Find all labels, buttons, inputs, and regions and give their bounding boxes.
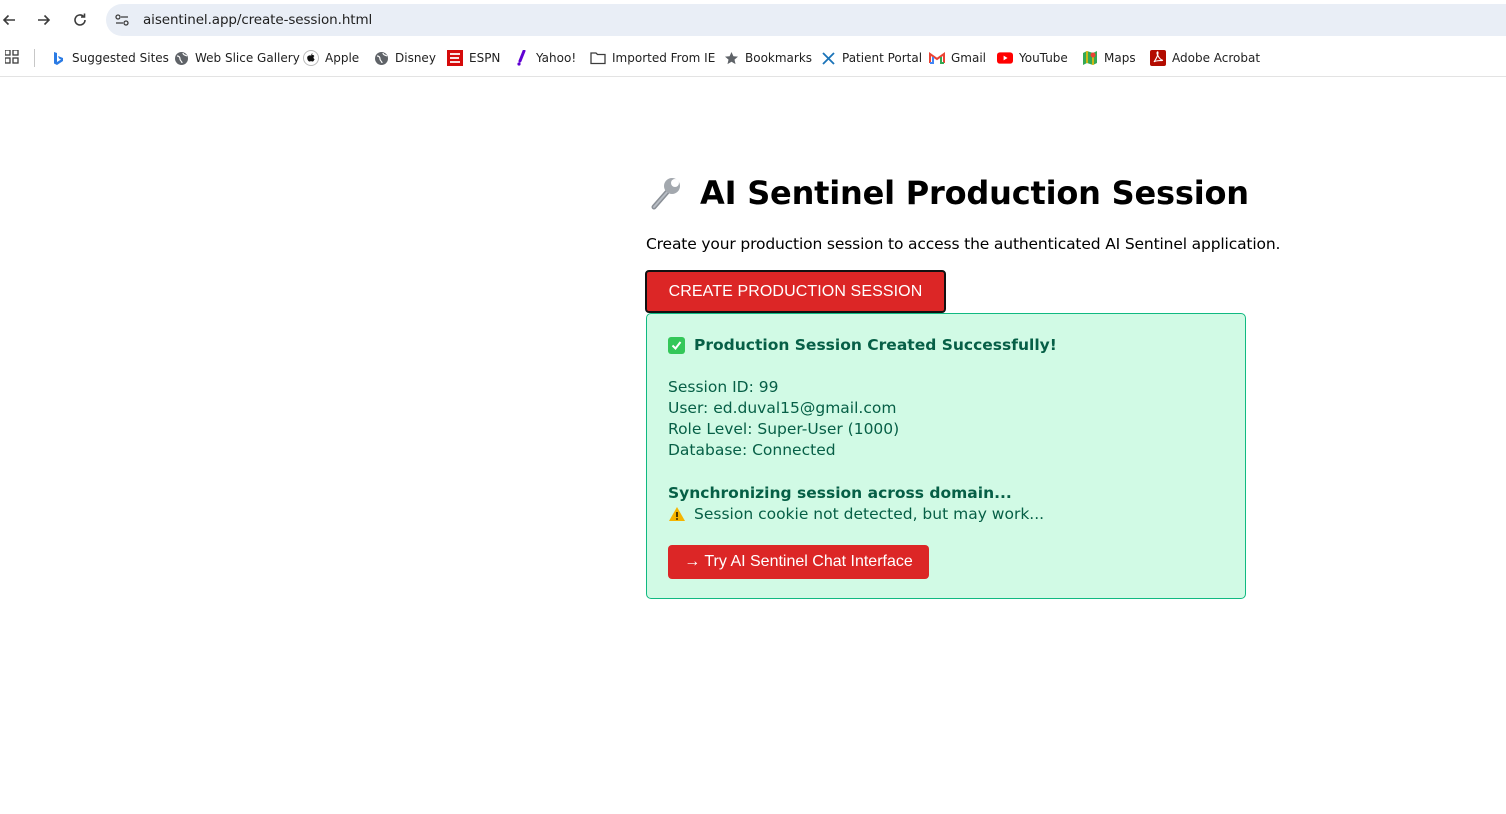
bookmark-suggested-sites[interactable]: Suggested Sites <box>50 48 169 68</box>
bookmark-label: Patient Portal <box>842 51 923 65</box>
reload-icon <box>74 13 86 26</box>
warning-text: Session cookie not detected, but may wor… <box>694 505 1045 523</box>
page-header: AI Sentinel Production Session <box>646 170 1249 216</box>
bookmark-label: YouTube <box>1019 51 1068 65</box>
address-bar[interactable]: aisentinel.app/create-session.html <box>106 4 1506 36</box>
try-chat-interface-button[interactable]: → Try AI Sentinel Chat Interface <box>668 545 929 579</box>
bookmark-bookmarks[interactable]: Bookmarks <box>723 48 812 68</box>
bookmark-label: Web Slice Gallery <box>195 51 300 65</box>
bookmark-espn[interactable]: ESPN <box>447 48 500 68</box>
user-text: User: ed.duval15@gmail.com <box>668 399 897 417</box>
bookmark-apple[interactable]: Apple <box>303 48 359 68</box>
role-level-text: Role Level: Super-User (1000) <box>668 420 900 438</box>
check-icon <box>668 336 685 354</box>
bookmark-label: Maps <box>1104 51 1136 65</box>
forward-arrow-icon <box>38 14 51 26</box>
sync-status-title: Synchronizing session across domain... <box>668 484 1012 502</box>
page-title: AI Sentinel Production Session <box>700 174 1249 212</box>
session-id-text: Session ID: 99 <box>668 378 779 396</box>
bookmark-label: Suggested Sites <box>72 51 169 65</box>
create-session-button[interactable]: CREATE PRODUCTION SESSION <box>645 270 946 313</box>
session-result-panel: Production Session Created Successfully!… <box>646 313 1246 599</box>
back-button[interactable] <box>0 8 21 32</box>
bookmarks-bar: Suggested Sites Web Slice Gallery Apple … <box>0 40 1506 77</box>
back-arrow-icon <box>2 14 15 26</box>
apps-grid-icon[interactable] <box>5 50 19 64</box>
youtube-icon <box>997 50 1013 66</box>
bookmark-gmail[interactable]: Gmail <box>929 48 986 68</box>
espn-icon <box>447 50 463 66</box>
acrobat-icon <box>1150 50 1166 66</box>
bookmark-youtube[interactable]: YouTube <box>997 48 1068 68</box>
database-status-text: Database: Connected <box>668 441 836 459</box>
bookmark-label: Bookmarks <box>745 51 813 65</box>
bookmark-web-slice-gallery[interactable]: Web Slice Gallery <box>173 48 300 68</box>
wrench-icon <box>651 178 680 210</box>
bookmark-imported-from-ie[interactable]: Imported From IE <box>590 48 715 68</box>
bookmark-disney[interactable]: Disney <box>373 48 436 68</box>
gmail-icon <box>929 50 945 66</box>
bing-icon <box>50 50 66 66</box>
yahoo-icon <box>514 50 530 66</box>
globe-icon <box>373 50 389 66</box>
result-title: Production Session Created Successfully! <box>694 336 1057 354</box>
apple-icon <box>303 50 319 66</box>
browser-toolbar: aisentinel.app/create-session.html <box>0 0 1506 40</box>
cookie-warning: Session cookie not detected, but may wor… <box>668 505 1044 523</box>
bookmark-label: Adobe Acrobat <box>1172 51 1261 65</box>
x-icon <box>820 50 836 66</box>
star-icon <box>723 50 739 66</box>
globe-icon <box>173 50 189 66</box>
forward-button[interactable] <box>32 8 56 32</box>
result-header: Production Session Created Successfully! <box>668 336 1057 354</box>
bookmark-label: Apple <box>325 51 360 65</box>
maps-icon <box>1082 50 1098 66</box>
folder-icon <box>590 50 606 66</box>
bookmark-label: ESPN <box>469 51 501 65</box>
site-info-icon[interactable] <box>114 12 130 28</box>
bookmark-separator <box>34 49 35 67</box>
bookmark-patient-portal[interactable]: Patient Portal <box>820 48 922 68</box>
bookmark-maps[interactable]: Maps <box>1082 48 1136 68</box>
reload-button[interactable] <box>68 8 92 32</box>
warning-icon <box>669 507 685 521</box>
bookmark-label: Imported From IE <box>612 51 716 65</box>
bookmark-label: Yahoo! <box>536 51 577 65</box>
bookmark-adobe-acrobat[interactable]: Adobe Acrobat <box>1150 48 1260 68</box>
url-text[interactable]: aisentinel.app/create-session.html <box>143 12 372 28</box>
bookmark-label: Disney <box>395 51 436 65</box>
bookmark-label: Gmail <box>951 51 987 65</box>
bookmark-yahoo[interactable]: Yahoo! <box>514 48 576 68</box>
intro-text: Create your production session to access… <box>646 235 1281 253</box>
